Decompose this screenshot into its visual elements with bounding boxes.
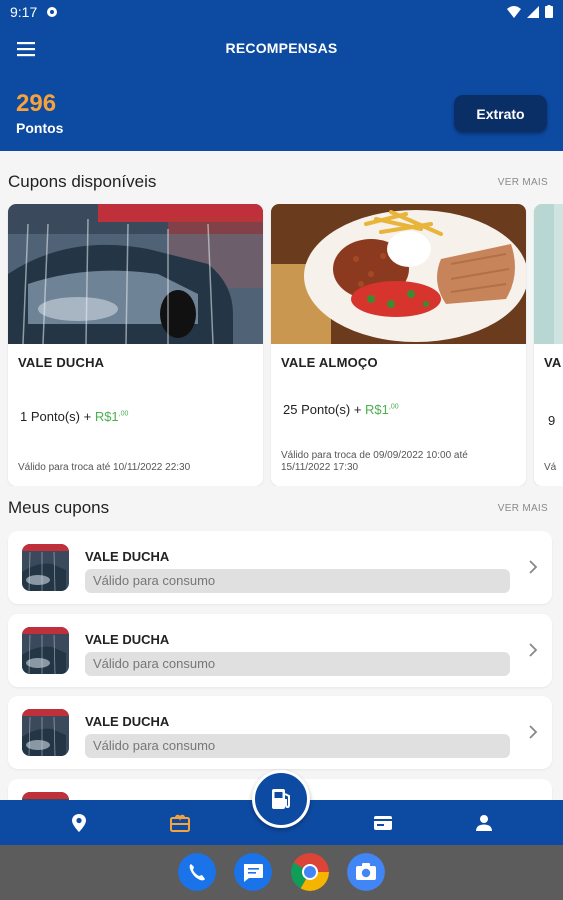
page-title: RECOMPENSAS bbox=[225, 40, 338, 56]
app-bar: RECOMPENSAS bbox=[0, 24, 563, 74]
points-header: 296 Pontos Extrato bbox=[0, 74, 563, 151]
my-coupon-status: Válido para consumo bbox=[85, 569, 510, 593]
gift-card-icon[interactable] bbox=[169, 812, 191, 834]
status-time: 9:17 bbox=[10, 4, 38, 20]
chrome-app-icon[interactable] bbox=[291, 853, 329, 891]
available-coupons-see-more[interactable]: VER MAIS bbox=[498, 177, 548, 188]
my-coupon-item[interactable]: VALE DUCHA Válido para consumo bbox=[8, 531, 552, 604]
my-coupon-status: Válido para consumo bbox=[85, 652, 510, 676]
messages-app-icon[interactable] bbox=[234, 853, 272, 891]
coupon-name: VA bbox=[544, 355, 562, 370]
coupon-price: 1 Ponto(s) + R$1,00 bbox=[20, 409, 129, 424]
phone-app-icon[interactable] bbox=[178, 853, 216, 891]
car-wash-thumbnail bbox=[22, 709, 69, 756]
signal-icon bbox=[527, 5, 539, 18]
coupon-validity: Válido para troca de 09/09/2022 10:00 at… bbox=[281, 450, 468, 473]
wifi-icon bbox=[507, 5, 521, 18]
coupon-validity: Válido para troca até 10/11/2022 22:30 bbox=[18, 462, 191, 473]
status-bar: 9:17 bbox=[0, 0, 563, 24]
camera-app-icon[interactable] bbox=[347, 853, 385, 891]
my-coupon-item[interactable]: VALE DUCHA Válido para consumo bbox=[8, 614, 552, 687]
coupon-image bbox=[534, 204, 563, 344]
chevron-right-icon bbox=[529, 560, 538, 574]
status-icons bbox=[507, 5, 553, 18]
chevron-right-icon bbox=[529, 725, 538, 739]
battery-icon bbox=[545, 5, 553, 18]
my-coupons-title: Meus cupons bbox=[8, 498, 110, 517]
coupon-card[interactable]: VALE ALMOÇO 25 Ponto(s) + R$1,00 Válido … bbox=[271, 204, 526, 486]
coupon-name: VALE DUCHA bbox=[18, 355, 105, 370]
lunch-plate-image bbox=[271, 204, 526, 344]
coupon-price: 9 bbox=[548, 413, 556, 428]
coupon-card[interactable]: VA 9 Vá bbox=[534, 204, 563, 486]
available-coupons-carousel[interactable]: VALE DUCHA 1 Ponto(s) + R$1,00 Válido pa… bbox=[0, 204, 563, 486]
notification-icon bbox=[47, 7, 57, 17]
fuel-pump-icon bbox=[272, 789, 290, 809]
system-dock bbox=[0, 845, 563, 900]
extrato-button[interactable]: Extrato bbox=[454, 95, 547, 132]
points-value: 296 bbox=[16, 90, 57, 117]
person-icon[interactable] bbox=[473, 812, 495, 834]
coupon-validity: Vá bbox=[544, 462, 557, 473]
my-coupons-see-more[interactable]: VER MAIS bbox=[498, 503, 548, 514]
coupon-price: 25 Ponto(s) + R$1,00 bbox=[283, 402, 399, 417]
my-coupon-status: Válido para consumo bbox=[85, 734, 510, 758]
my-coupon-item[interactable]: VALE DUCHA Válido para consumo bbox=[8, 696, 552, 769]
my-coupon-name: VALE DUCHA bbox=[85, 714, 170, 729]
car-wash-thumbnail bbox=[22, 627, 69, 674]
car-wash-image bbox=[8, 204, 263, 344]
coupon-card[interactable]: VALE DUCHA 1 Ponto(s) + R$1,00 Válido pa… bbox=[8, 204, 263, 486]
my-coupon-name: VALE DUCHA bbox=[85, 632, 170, 647]
wallet-icon[interactable] bbox=[372, 812, 394, 834]
fuel-pump-button[interactable] bbox=[252, 770, 310, 828]
points-label: Pontos bbox=[16, 120, 64, 136]
chevron-right-icon bbox=[529, 643, 538, 657]
my-coupon-name: VALE DUCHA bbox=[85, 549, 170, 564]
available-coupons-title: Cupons disponíveis bbox=[8, 172, 157, 191]
coupon-name: VALE ALMOÇO bbox=[281, 355, 378, 370]
location-pin-icon[interactable] bbox=[68, 812, 90, 834]
car-wash-thumbnail bbox=[22, 544, 69, 591]
